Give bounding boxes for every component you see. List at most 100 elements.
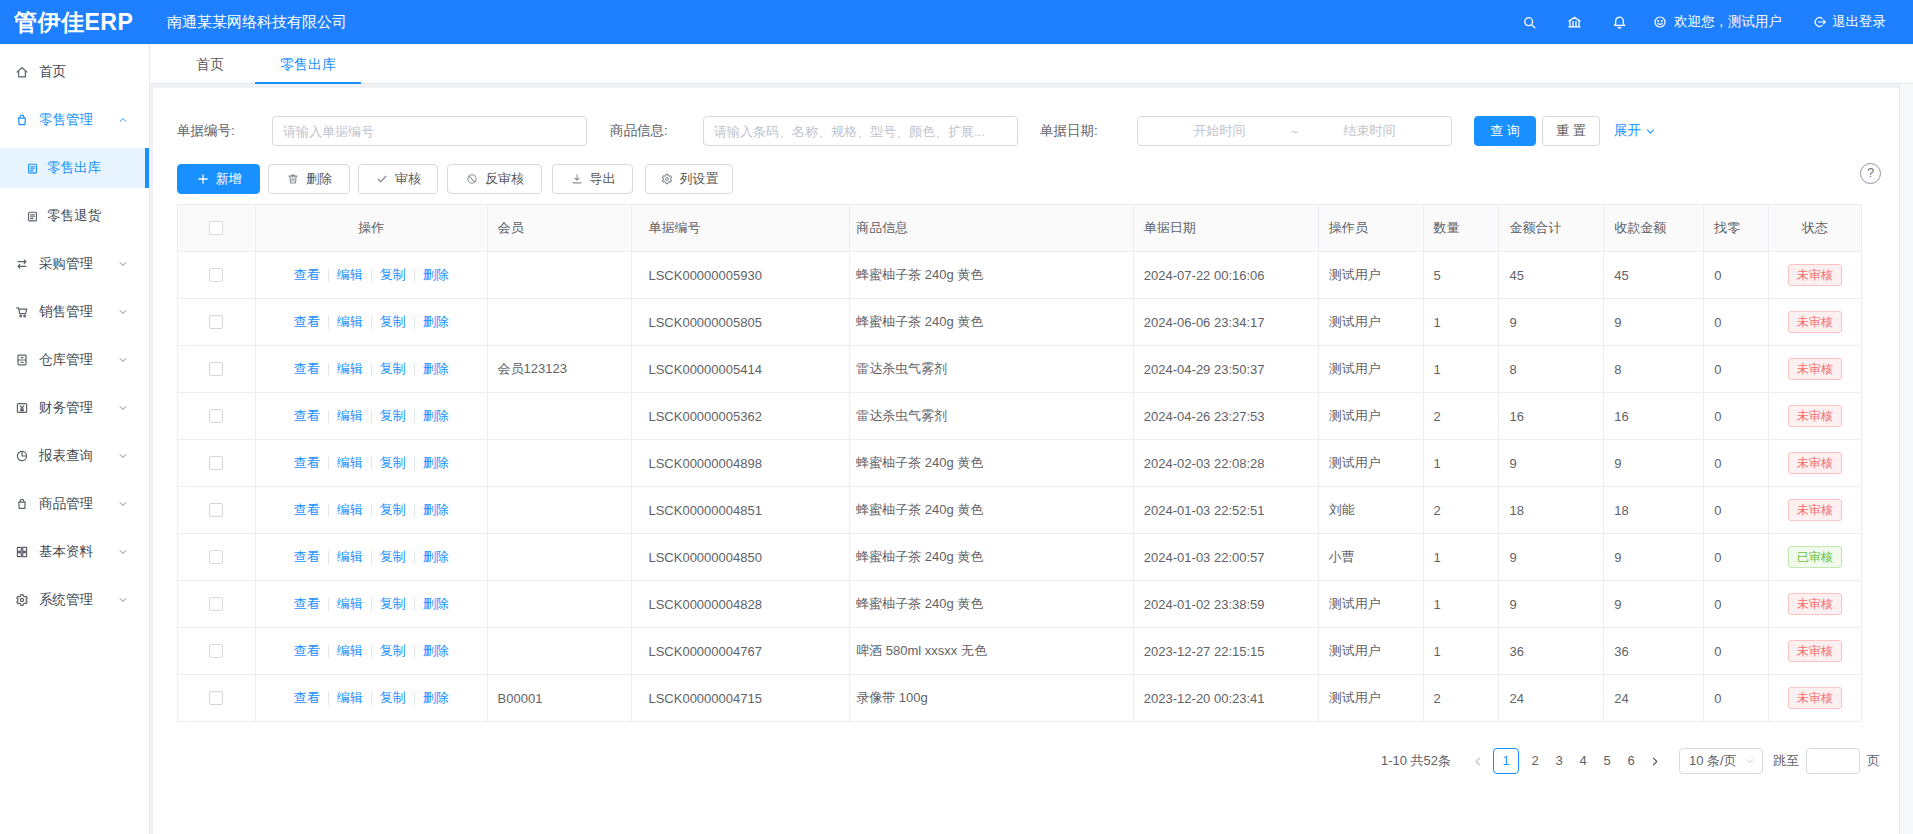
goods-info-input[interactable]	[703, 116, 1018, 146]
sidebar: 首页零售管理零售出库零售退货采购管理销售管理仓库管理财务管理报表查询商品管理基本…	[0, 44, 150, 834]
sidebar-item-sales[interactable]: 销售管理	[0, 292, 149, 332]
prev-page-icon[interactable]	[1467, 755, 1489, 768]
page-number[interactable]: 5	[1595, 748, 1619, 774]
row-checkbox[interactable]	[209, 409, 223, 423]
action-link-3[interactable]: 删除	[423, 266, 449, 284]
sidebar-item-purchase[interactable]: 采购管理	[0, 244, 149, 284]
action-link-1[interactable]: 编辑	[337, 548, 363, 566]
cell-change: 0	[1704, 487, 1769, 533]
action-link-3[interactable]: 删除	[423, 689, 449, 707]
bell-icon[interactable]	[1611, 14, 1628, 31]
sidebar-item-home[interactable]: 首页	[0, 52, 149, 92]
row-checkbox[interactable]	[209, 550, 223, 564]
bank-icon[interactable]	[1566, 14, 1583, 31]
action-link-3[interactable]: 删除	[423, 548, 449, 566]
action-link-3[interactable]: 删除	[423, 454, 449, 472]
scrollbar-track[interactable]	[1899, 84, 1913, 834]
jump-page-input[interactable]	[1806, 748, 1860, 774]
page-number[interactable]: 3	[1547, 748, 1571, 774]
action-link-0[interactable]: 查看	[294, 313, 320, 331]
page-number[interactable]: 4	[1571, 748, 1595, 774]
row-checkbox[interactable]	[209, 268, 223, 282]
action-link-1[interactable]: 编辑	[337, 689, 363, 707]
action-link-2[interactable]: 复制	[380, 689, 406, 707]
action-link-2[interactable]: 复制	[380, 313, 406, 331]
date-end-placeholder[interactable]: 结束时间	[1305, 122, 1435, 140]
bill-no-input[interactable]	[272, 116, 587, 146]
row-checkbox[interactable]	[209, 503, 223, 517]
action-link-1[interactable]: 编辑	[337, 266, 363, 284]
action-link-0[interactable]: 查看	[294, 360, 320, 378]
page-number[interactable]: 6	[1619, 748, 1643, 774]
tab-零售出库[interactable]: 零售出库	[255, 44, 361, 84]
action-link-0[interactable]: 查看	[294, 642, 320, 660]
search-button[interactable]: 查 询	[1474, 116, 1536, 146]
reset-button[interactable]: 重 置	[1542, 116, 1600, 146]
sidebar-item-doc-3[interactable]: 零售退货	[0, 196, 149, 236]
warehouse-icon	[14, 352, 30, 368]
row-checkbox[interactable]	[209, 456, 223, 470]
page-size-select[interactable]: 10 条/页	[1679, 748, 1763, 774]
expand-toggle[interactable]: 展开	[1614, 116, 1656, 146]
action-link-0[interactable]: 查看	[294, 689, 320, 707]
sidebar-item-warehouse[interactable]: 仓库管理	[0, 340, 149, 380]
tab-首页[interactable]: 首页	[171, 44, 249, 84]
sidebar-item-report[interactable]: 报表查询	[0, 436, 149, 476]
action-link-3[interactable]: 删除	[423, 642, 449, 660]
row-checkbox[interactable]	[209, 691, 223, 705]
action-link-3[interactable]: 删除	[423, 501, 449, 519]
logout-button[interactable]: 退出登录	[1812, 13, 1886, 31]
action-link-3[interactable]: 删除	[423, 407, 449, 425]
action-link-0[interactable]: 查看	[294, 501, 320, 519]
action-link-2[interactable]: 复制	[380, 548, 406, 566]
action-link-2[interactable]: 复制	[380, 407, 406, 425]
date-range-input[interactable]: 开始时间 ~ 结束时间	[1137, 116, 1452, 146]
action-link-0[interactable]: 查看	[294, 595, 320, 613]
action-link-1[interactable]: 编辑	[337, 407, 363, 425]
search-icon[interactable]	[1521, 14, 1538, 31]
action-link-1[interactable]: 编辑	[337, 313, 363, 331]
action-link-3[interactable]: 删除	[423, 595, 449, 613]
page-current[interactable]: 1	[1493, 748, 1519, 774]
action-link-1[interactable]: 编辑	[337, 454, 363, 472]
audit-button[interactable]: 审核	[358, 164, 438, 194]
next-page-icon[interactable]	[1643, 755, 1667, 768]
action-link-1[interactable]: 编辑	[337, 642, 363, 660]
help-icon[interactable]: ?	[1860, 163, 1881, 184]
action-link-2[interactable]: 复制	[380, 360, 406, 378]
action-link-0[interactable]: 查看	[294, 454, 320, 472]
action-link-2[interactable]: 复制	[380, 501, 406, 519]
row-checkbox[interactable]	[209, 644, 223, 658]
sidebar-item-finance[interactable]: 财务管理	[0, 388, 149, 428]
action-link-2[interactable]: 复制	[380, 642, 406, 660]
action-link-1[interactable]: 编辑	[337, 595, 363, 613]
add-button[interactable]: 新增	[177, 164, 260, 194]
sidebar-item-basics[interactable]: 基本资料	[0, 532, 149, 572]
action-link-0[interactable]: 查看	[294, 407, 320, 425]
action-link-2[interactable]: 复制	[380, 454, 406, 472]
action-link-1[interactable]: 编辑	[337, 501, 363, 519]
action-link-0[interactable]: 查看	[294, 548, 320, 566]
row-checkbox[interactable]	[209, 315, 223, 329]
delete-button[interactable]: 删除	[268, 164, 350, 194]
action-link-0[interactable]: 查看	[294, 266, 320, 284]
welcome-user[interactable]: 欢迎您，测试用户	[1652, 13, 1782, 31]
sidebar-item-retail[interactable]: 零售管理	[0, 100, 149, 140]
action-link-2[interactable]: 复制	[380, 266, 406, 284]
sidebar-item-gear[interactable]: 系统管理	[0, 580, 149, 620]
column-settings-button[interactable]: 列设置	[645, 164, 733, 194]
row-checkbox[interactable]	[209, 597, 223, 611]
sidebar-item-doc-2[interactable]: 零售出库	[0, 148, 149, 188]
action-link-2[interactable]: 复制	[380, 595, 406, 613]
row-checkbox[interactable]	[209, 362, 223, 376]
action-link-3[interactable]: 删除	[423, 313, 449, 331]
action-link-3[interactable]: 删除	[423, 360, 449, 378]
unaudit-button[interactable]: 反审核	[447, 164, 542, 194]
select-all-checkbox[interactable]	[209, 221, 223, 235]
export-button[interactable]: 导出	[552, 164, 633, 194]
action-separator	[414, 692, 415, 705]
action-link-1[interactable]: 编辑	[337, 360, 363, 378]
sidebar-item-goods[interactable]: 商品管理	[0, 484, 149, 524]
page-number[interactable]: 2	[1523, 748, 1547, 774]
date-start-placeholder[interactable]: 开始时间	[1155, 122, 1285, 140]
